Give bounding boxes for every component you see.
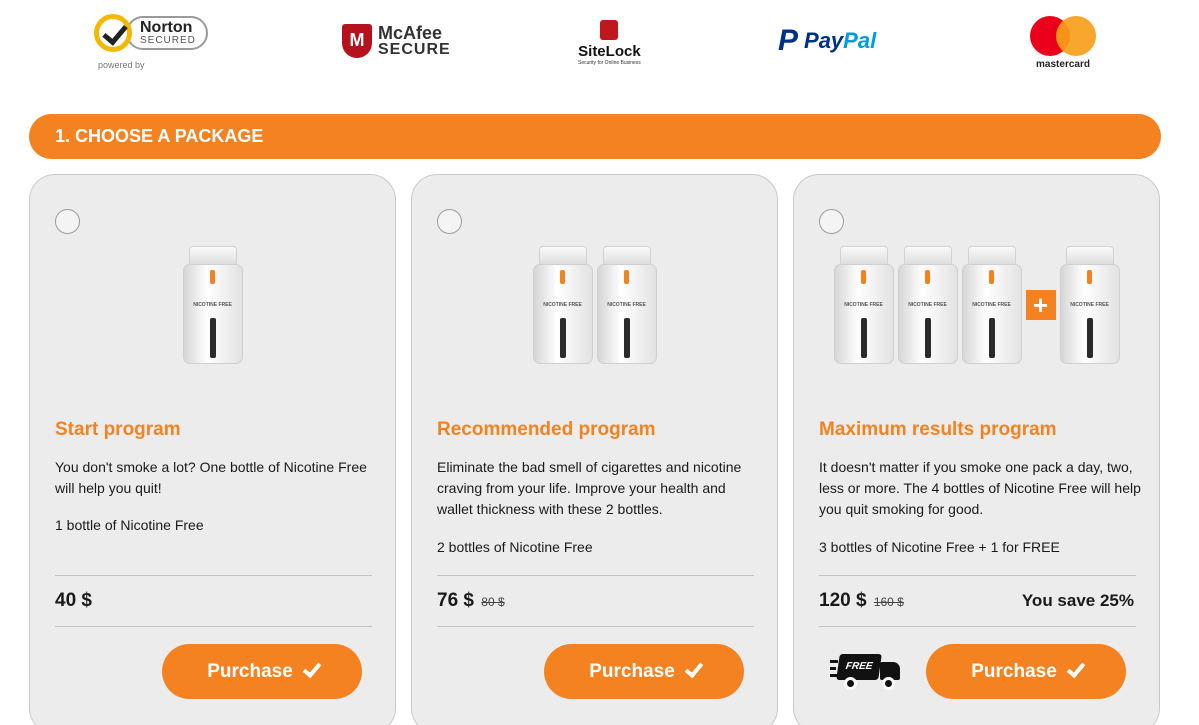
norton-secured-badge: Norton SECURED powered by (94, 14, 208, 70)
section-title: 1. CHOOSE A PACKAGE (29, 114, 1161, 159)
purchase-button[interactable]: Purchase (162, 644, 362, 699)
purchase-button[interactable]: Purchase (926, 644, 1126, 699)
sitelock-badge: SiteLock Security for Online Business (578, 20, 641, 66)
package-price: 120 $ 160 $ (819, 590, 904, 611)
lock-icon (600, 20, 619, 40)
old-price: 160 $ (873, 595, 904, 609)
product-image: NICOTINE FREE NICOTINE FREE NICOTINE FRE… (794, 235, 1159, 375)
package-quantity: 1 bottle of Nicotine Free (55, 517, 204, 533)
norton-check-icon (94, 14, 132, 52)
mcafee-secure-badge: M McAfee SECURE (342, 24, 451, 58)
package-radio-start[interactable] (55, 209, 80, 234)
paypal-icon: P (778, 24, 799, 57)
divider (819, 626, 1136, 627)
bottle-icon: NICOTINE FREE (833, 246, 894, 364)
package-title: Recommended program (437, 419, 656, 440)
package-radio-maximum[interactable] (819, 209, 844, 234)
bottle-icon: NICOTINE FREE (1059, 246, 1120, 364)
package-card-maximum[interactable]: NICOTINE FREE NICOTINE FREE NICOTINE FRE… (793, 174, 1160, 725)
package-description: It doesn't matter if you smoke one pack … (819, 459, 1141, 517)
package-description: You don't smoke a lot? One bottle of Nic… (55, 459, 367, 496)
trust-badges: Norton SECURED powered by M McAfee SECUR… (0, 0, 1199, 90)
paypal-logo: P PayPal (778, 24, 877, 57)
check-icon (684, 658, 704, 679)
product-image: NICOTINE FREE (30, 235, 395, 375)
package-radio-recommended[interactable] (437, 209, 462, 234)
bottle-icon: NICOTINE FREE (182, 246, 243, 364)
package-description: Eliminate the bad smell of cigarettes an… (437, 459, 742, 517)
mcafee-shield-icon: M (342, 24, 372, 58)
divider (55, 575, 372, 576)
package-price: 40 $ (55, 590, 92, 611)
savings-label: You save 25% (1021, 591, 1134, 610)
divider (437, 575, 754, 576)
divider (55, 626, 372, 627)
product-image: NICOTINE FREE NICOTINE FREE (412, 235, 777, 375)
plus-icon: + (1025, 290, 1056, 320)
package-card-recommended[interactable]: NICOTINE FREE NICOTINE FREE Recommended … (411, 174, 778, 725)
free-shipping-truck-icon: FREE (830, 650, 902, 692)
check-icon (302, 658, 322, 679)
package-title: Start program (55, 419, 181, 440)
package-quantity: 3 bottles of Nicotine Free + 1 for FREE (819, 539, 1060, 555)
purchase-button[interactable]: Purchase (544, 644, 744, 699)
mastercard-logo: mastercard (1030, 16, 1096, 70)
bottle-icon: NICOTINE FREE (532, 246, 593, 364)
divider (819, 575, 1136, 576)
package-card-start[interactable]: NICOTINE FREE Start program You don't sm… (29, 174, 396, 725)
bottle-icon: NICOTINE FREE (961, 246, 1022, 364)
package-quantity: 2 bottles of Nicotine Free (437, 539, 593, 555)
package-price: 76 $ 80 $ (437, 590, 505, 611)
mastercard-circles-icon (1030, 16, 1096, 56)
package-title: Maximum results program (819, 419, 1057, 440)
check-icon (1066, 658, 1086, 679)
bottle-icon: NICOTINE FREE (897, 246, 958, 364)
old-price: 80 $ (481, 595, 505, 609)
divider (437, 626, 754, 627)
bottle-icon: NICOTINE FREE (596, 246, 657, 364)
